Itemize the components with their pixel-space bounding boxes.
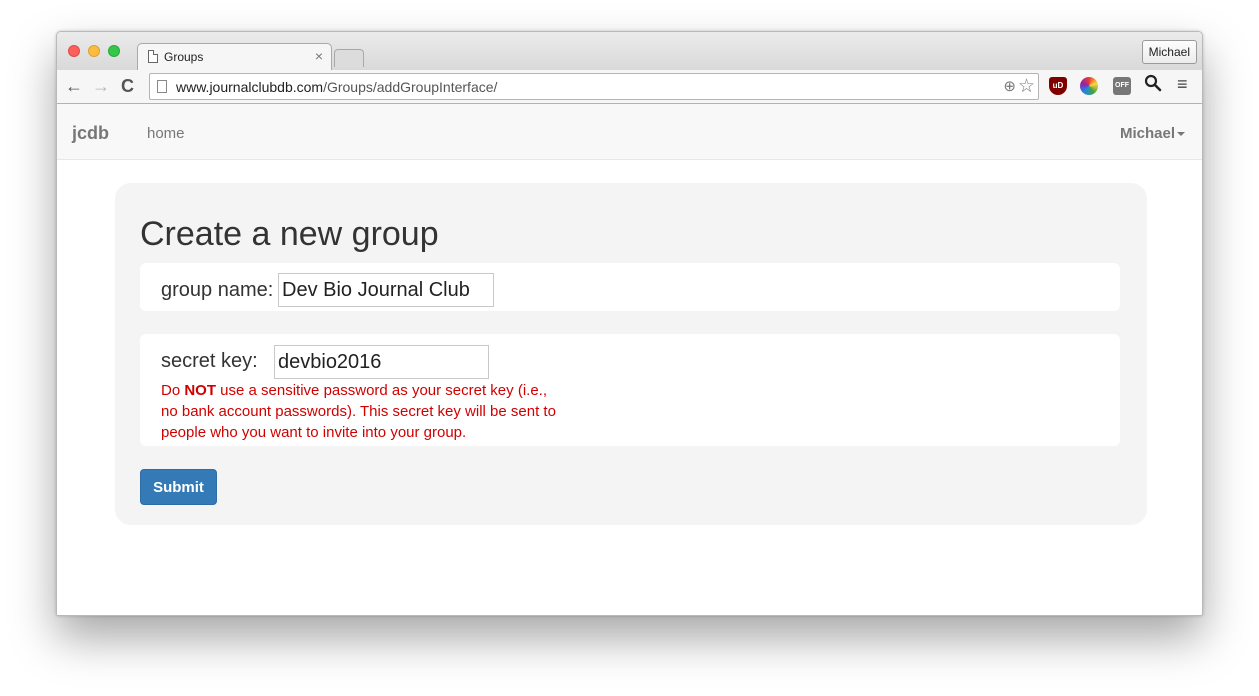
secret-key-section: secret key: Do NOT use a sensitive passw… <box>140 334 1120 446</box>
close-window-button[interactable] <box>68 45 80 57</box>
warning-prefix: Do <box>161 382 185 399</box>
url-host: www.journalclubdb.com <box>176 79 324 95</box>
brand-link[interactable]: jcdb <box>72 123 109 144</box>
off-extension-icon[interactable]: OFF <box>1113 77 1131 95</box>
browser-tab[interactable]: Groups × <box>137 43 332 70</box>
address-bar[interactable]: www.journalclubdb.com/Groups/addGroupInt… <box>149 73 1039 100</box>
page-icon <box>148 50 158 63</box>
back-arrow-icon[interactable]: ← <box>65 76 83 96</box>
minimize-window-button[interactable] <box>88 45 100 57</box>
url-text[interactable]: www.journalclubdb.com/Groups/addGroupInt… <box>176 79 497 95</box>
maximize-window-button[interactable] <box>108 45 120 57</box>
page-icon <box>157 80 167 93</box>
user-dropdown[interactable]: Michael <box>1120 125 1185 142</box>
secret-key-warning: Do NOT use a sensitive password as your … <box>161 380 561 443</box>
reload-icon[interactable]: C <box>121 76 134 96</box>
forward-arrow-icon[interactable]: → <box>92 76 110 96</box>
site-navbar: jcdb home Michael <box>57 104 1202 160</box>
zoom-icon[interactable]: ⊕ <box>1003 77 1016 95</box>
nav-home-link[interactable]: home <box>147 125 185 142</box>
page-content: jcdb home Michael Create a new group gro… <box>57 104 1202 615</box>
group-name-input[interactable] <box>278 273 494 307</box>
tab-title: Groups <box>164 50 204 64</box>
user-name: Michael <box>1119 125 1175 142</box>
warning-emphasis: NOT <box>184 382 217 399</box>
search-icon[interactable] <box>1144 74 1162 97</box>
browser-window: Groups × Michael ← → C www.journalclubdb… <box>56 31 1203 616</box>
menu-icon[interactable]: ≡ <box>1177 74 1188 95</box>
color-picker-extension-icon[interactable] <box>1080 77 1098 95</box>
profile-button[interactable]: Michael <box>1141 40 1197 64</box>
create-group-panel: Create a new group group name: secret ke… <box>115 183 1147 525</box>
ublock-extension-icon[interactable]: uD <box>1049 77 1067 95</box>
caret-down-icon <box>1177 132 1185 137</box>
tab-close-icon[interactable]: × <box>315 48 323 64</box>
url-path: /Groups/addGroupInterface/ <box>323 79 498 95</box>
group-name-section: group name: <box>140 263 1120 311</box>
submit-button[interactable]: Submit <box>140 469 217 505</box>
secret-key-input[interactable] <box>274 345 489 379</box>
group-name-label: group name: <box>161 279 274 301</box>
page-title: Create a new group <box>140 215 439 253</box>
new-tab-button[interactable] <box>334 49 364 67</box>
warning-text: use a sensitive password as your secret … <box>161 382 556 441</box>
bookmark-star-icon[interactable]: ☆ <box>1018 75 1035 98</box>
browser-toolbar: ← → C www.journalclubdb.com/Groups/addGr… <box>57 70 1202 104</box>
title-bar: Groups × Michael <box>57 32 1202 70</box>
secret-key-label: secret key: <box>161 350 258 372</box>
